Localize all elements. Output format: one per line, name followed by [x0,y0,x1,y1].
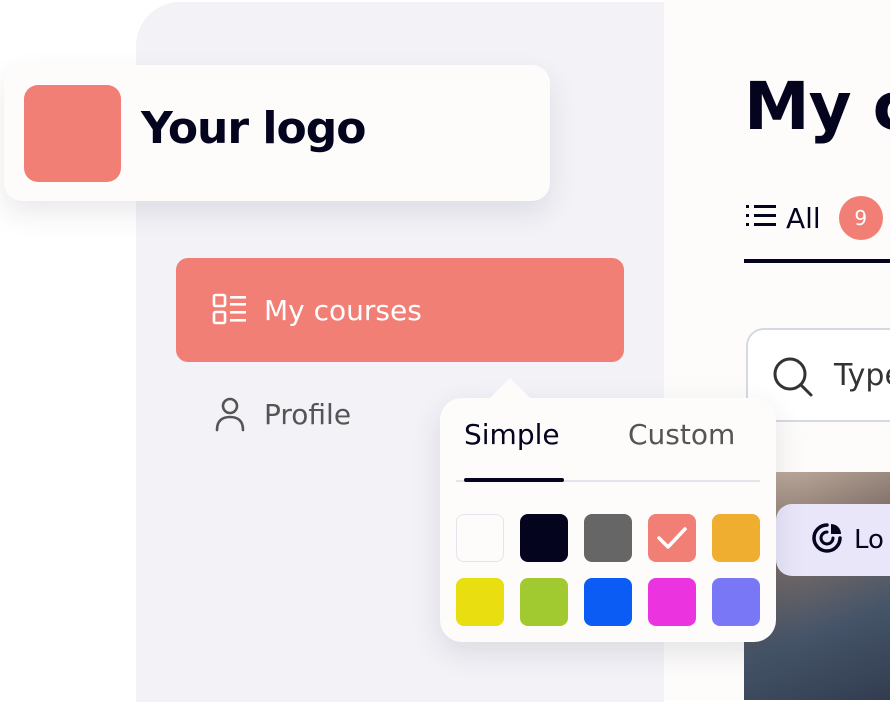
course-chip-label: Lo [854,525,884,555]
course-chip: Lo [776,504,890,576]
progress-chart-icon [810,521,844,559]
picker-tab-indicator [464,478,564,482]
color-swatch[interactable] [584,578,632,626]
tab-simple[interactable]: Simple [464,418,560,451]
tab-all[interactable]: All 9 [744,196,883,240]
logo-mark [24,85,121,182]
color-swatch[interactable] [648,578,696,626]
color-picker-popover: Simple Custom [440,378,776,642]
color-swatch[interactable] [520,514,568,562]
tab-active-indicator [744,259,890,263]
logo-text: Your logo [141,103,366,154]
sidebar-item-label: Profile [264,397,352,431]
search-placeholder: Type [834,358,890,393]
color-swatch[interactable] [712,578,760,626]
tab-count-badge: 9 [838,196,883,240]
list-grid-icon [210,290,250,330]
search-icon [772,356,814,402]
color-swatch[interactable] [456,578,504,626]
tab-all-label: All [786,201,821,235]
popover-arrow [488,378,532,400]
page-title: My c [744,68,890,145]
color-swatch[interactable] [648,514,696,562]
color-swatch[interactable] [456,514,504,562]
check-icon [657,527,687,549]
list-icon [744,202,778,234]
user-icon [210,394,250,434]
logo-card: Your logo [4,65,550,201]
sidebar-item-my-courses[interactable]: My courses [176,258,624,362]
sidebar-item-label: My courses [264,293,422,327]
color-swatch[interactable] [584,514,632,562]
color-swatch[interactable] [520,578,568,626]
color-swatch[interactable] [712,514,760,562]
tab-custom[interactable]: Custom [628,418,735,451]
